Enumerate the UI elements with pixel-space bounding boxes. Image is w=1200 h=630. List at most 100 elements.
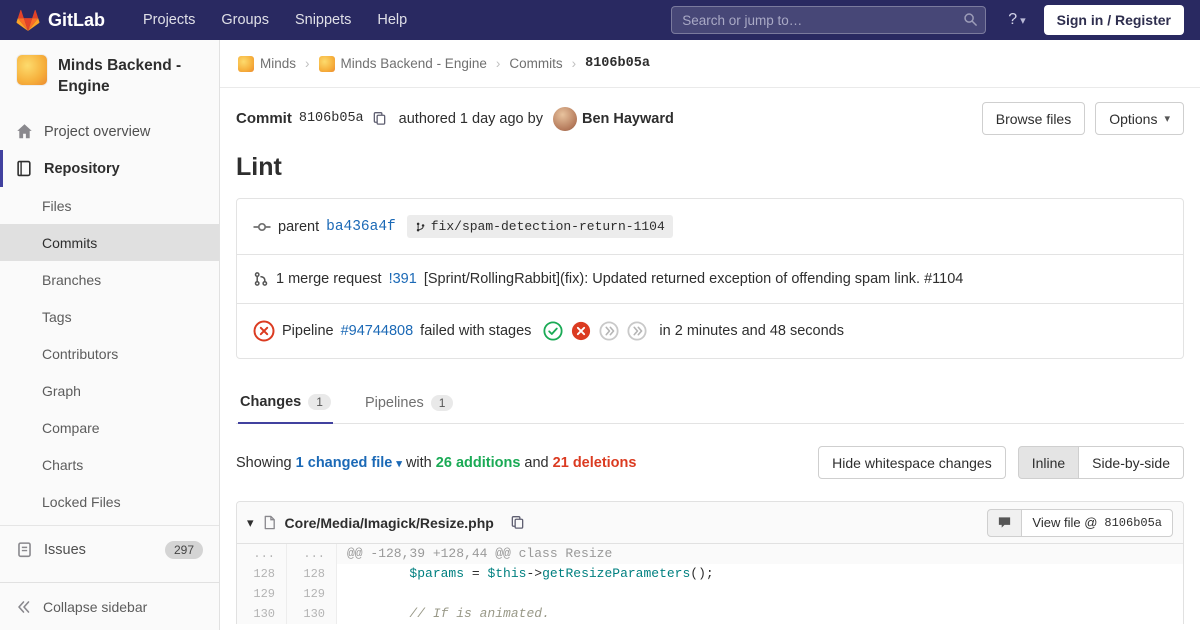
- sidebar-item-repository[interactable]: Repository: [0, 150, 219, 187]
- diff-filename[interactable]: Core/Media/Imagick/Resize.php: [285, 515, 494, 531]
- sidebar-subitem-contributors[interactable]: Contributors: [0, 335, 219, 372]
- sidebar-item-label: Repository: [44, 160, 120, 177]
- gitlab-home-link[interactable]: GitLab: [16, 9, 105, 32]
- stage-skipped-icon[interactable]: [599, 321, 619, 341]
- hide-whitespace-button[interactable]: Hide whitespace changes: [818, 446, 1006, 479]
- sidebar-item-label: Project overview: [44, 123, 151, 140]
- old-line-number[interactable]: 128: [237, 564, 287, 584]
- sidebar-item-issues[interactable]: Issues 297: [0, 531, 219, 568]
- pipeline-id-link[interactable]: #94744808: [341, 323, 414, 339]
- git-merge-icon: [253, 271, 269, 287]
- nav-item-projects[interactable]: Projects: [143, 12, 195, 28]
- new-line-number[interactable]: 130: [287, 604, 337, 624]
- tab-changes[interactable]: Changes 1: [238, 383, 333, 424]
- pipeline-mini-graph: [543, 321, 647, 341]
- navbar-menu: Projects Groups Snippets Help: [143, 12, 407, 28]
- nav-item-help[interactable]: Help: [377, 12, 407, 28]
- chevron-down-icon: ▾: [1020, 14, 1026, 27]
- sidebar-item-project-overview[interactable]: Project overview: [0, 113, 219, 150]
- old-line-number[interactable]: 129: [237, 584, 287, 604]
- browse-files-button[interactable]: Browse files: [981, 102, 1086, 135]
- tab-label: Pipelines: [364, 394, 424, 411]
- commit-tabs: Changes 1 Pipelines 1: [236, 383, 1184, 424]
- diff-summary-bar: Showing 1 changed file ▾ with 26 additio…: [236, 446, 1184, 479]
- side-by-side-view-button[interactable]: Side-by-side: [1078, 446, 1184, 479]
- tab-pipelines[interactable]: Pipelines 1: [363, 383, 456, 423]
- breadcrumb-item-commits[interactable]: Commits: [509, 56, 562, 71]
- new-line-number[interactable]: 128: [287, 564, 337, 584]
- tab-count-badge: 1: [430, 394, 454, 411]
- copy-sha-button[interactable]: [370, 109, 389, 128]
- git-branch-icon: [415, 221, 426, 233]
- sidebar-subitem-commits[interactable]: Commits: [0, 224, 219, 261]
- toggle-comments-button[interactable]: [987, 508, 1023, 537]
- diff-line: 129 129: [237, 584, 1183, 604]
- diff-view-controls: Hide whitespace changes Inline Side-by-s…: [818, 446, 1184, 479]
- deletions-count: 21 deletions: [552, 454, 637, 471]
- collapse-sidebar-label: Collapse sidebar: [43, 598, 148, 615]
- options-label: Options: [1109, 110, 1158, 127]
- breadcrumb-item-group[interactable]: Minds: [238, 55, 296, 72]
- diff-file-actions: View file @ 8106b05a: [987, 508, 1173, 537]
- with-label: with: [405, 454, 432, 471]
- copy-path-button[interactable]: [508, 513, 527, 532]
- code-line: $params = $this->getResizeParameters();: [409, 566, 714, 581]
- mr-title-text: [Sprint/RollingRabbit](fix): Updated ret…: [423, 271, 964, 287]
- search-box: [671, 6, 987, 34]
- search-input[interactable]: [671, 6, 987, 34]
- sidebar-subitem-branches[interactable]: Branches: [0, 261, 219, 298]
- sidebar-subitem-charts[interactable]: Charts: [0, 446, 219, 483]
- changed-files-dropdown[interactable]: 1 changed file ▾: [296, 455, 402, 471]
- collapse-diff-caret[interactable]: ▾: [247, 515, 254, 531]
- sidebar-subitem-tags[interactable]: Tags: [0, 298, 219, 335]
- diff-stats-text: Showing 1 changed file ▾ with 26 additio…: [236, 455, 636, 471]
- diff-hunk-header-row: ... ... @@ -128,39 +128,44 @@ class Resi…: [237, 544, 1183, 564]
- options-dropdown-button[interactable]: Options ▾: [1095, 102, 1184, 135]
- nav-item-groups[interactable]: Groups: [221, 12, 269, 28]
- breadcrumb-item-project[interactable]: Minds Backend - Engine: [318, 55, 487, 72]
- author-name[interactable]: Ben Hayward: [582, 111, 674, 127]
- chevron-down-icon: ▾: [1164, 113, 1170, 125]
- sign-in-button[interactable]: Sign in / Register: [1043, 5, 1184, 35]
- parent-sha-link[interactable]: ba436a4f: [326, 219, 396, 235]
- sidebar-subitem-locked-files[interactable]: Locked Files: [0, 483, 219, 520]
- sidebar-project-name: Minds Backend - Engine: [58, 57, 182, 95]
- parent-label: parent: [278, 218, 320, 235]
- diff-line: 128 128 $params = $this->getResizeParame…: [237, 564, 1183, 584]
- sidebar-project-header[interactable]: Minds Backend - Engine: [0, 40, 219, 105]
- commit-page: Commit 8106b05a authored 1 day ago by Be…: [220, 102, 1200, 624]
- group-avatar: [238, 55, 254, 72]
- new-line-number[interactable]: 129: [287, 584, 337, 604]
- authored-text: authored 1 day ago by: [398, 110, 543, 127]
- sidebar-subitem-files[interactable]: Files: [0, 187, 219, 224]
- view-file-button[interactable]: View file @ 8106b05a: [1021, 508, 1173, 537]
- collapse-sidebar-button[interactable]: Collapse sidebar: [0, 582, 219, 630]
- mr-ref-link[interactable]: !391: [389, 271, 417, 287]
- stage-skipped-icon[interactable]: [627, 321, 647, 341]
- top-navbar: GitLab Projects Groups Snippets Help ? ▾…: [0, 0, 1200, 40]
- breadcrumb: Minds › Minds Backend - Engine › Commits…: [220, 40, 1200, 88]
- tab-label: Changes: [240, 394, 302, 410]
- branch-badge[interactable]: fix/spam-detection-return-1104: [406, 215, 673, 238]
- project-sidebar: Minds Backend - Engine Project overview …: [0, 40, 220, 630]
- diff-body: ... ... @@ -128,39 +128,44 @@ class Resi…: [237, 544, 1183, 624]
- help-dropdown[interactable]: ? ▾: [1008, 11, 1025, 29]
- sidebar-subitem-graph[interactable]: Graph: [0, 372, 219, 409]
- hunk-header-text: @@ -128,39 +128,44 @@ class Resize: [347, 546, 613, 561]
- old-line-number[interactable]: 130: [237, 604, 287, 624]
- main-content: Minds › Minds Backend - Engine › Commits…: [220, 40, 1200, 630]
- author-avatar[interactable]: [552, 106, 577, 131]
- project-avatar: [318, 55, 335, 72]
- inline-view-button[interactable]: Inline: [1017, 446, 1080, 479]
- stage-success-icon[interactable]: [543, 321, 563, 341]
- stage-failed-icon[interactable]: [571, 321, 591, 341]
- commit-actions: Browse files Options ▾: [981, 102, 1184, 135]
- issues-icon: [16, 541, 33, 558]
- nav-item-snippets[interactable]: Snippets: [295, 12, 351, 28]
- sidebar-subitem-compare[interactable]: Compare: [0, 409, 219, 446]
- additions-count: 26 additions: [435, 454, 521, 471]
- file-icon: [262, 515, 277, 530]
- breadcrumb-separator: ›: [305, 56, 310, 71]
- merge-request-row: 1 merge request !391 [Sprint/RollingRabb…: [237, 254, 1183, 303]
